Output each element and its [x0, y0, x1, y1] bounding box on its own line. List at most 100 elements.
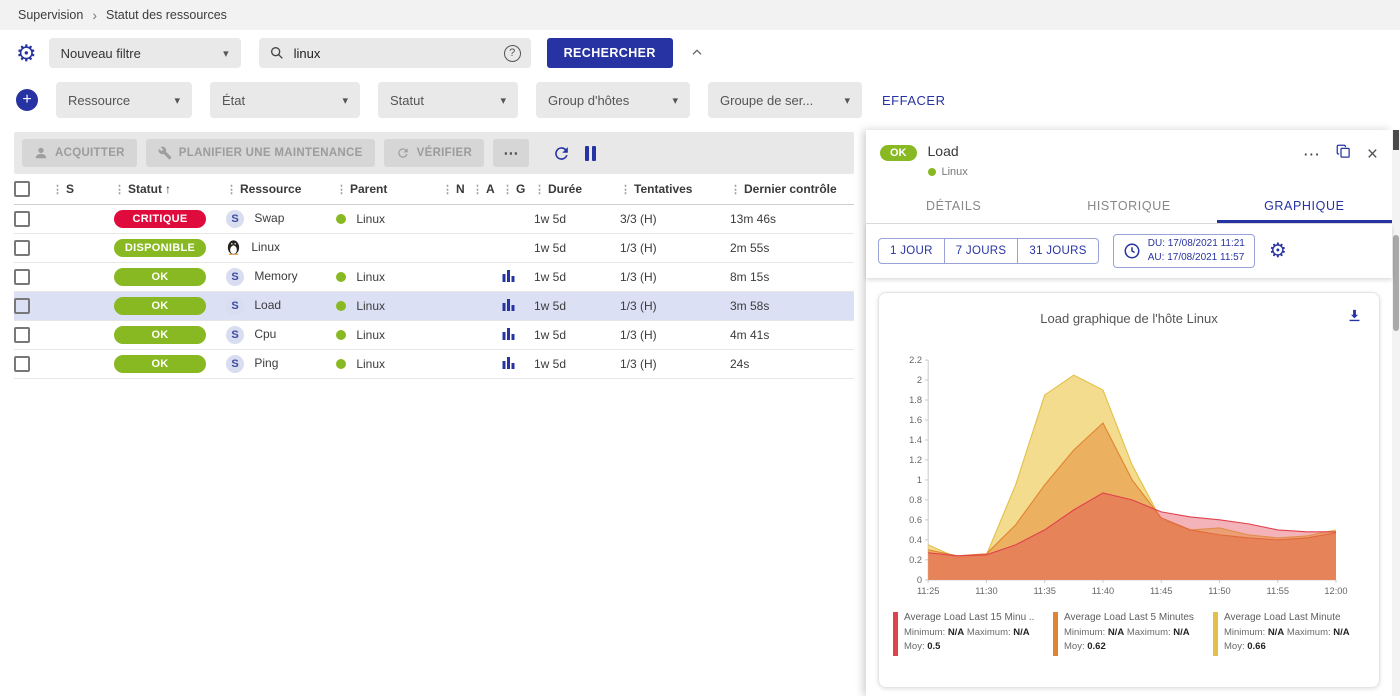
column-header-parent[interactable]: ⋮Parent	[336, 174, 442, 204]
filter-dropdown-1[interactable]: État ▾	[210, 82, 360, 118]
parent-name[interactable]: Linux	[356, 212, 385, 226]
legend-item[interactable]: Average Load Last 15 Minu .. Minimum: N/…	[893, 612, 1045, 656]
resource-name[interactable]: Memory	[254, 269, 297, 283]
detail-more-actions-button[interactable]: ⋯	[1303, 146, 1320, 163]
date-range-picker[interactable]: DU: 17/08/2021 11:21 AU: 17/08/2021 11:5…	[1113, 234, 1255, 268]
graph-icon[interactable]	[502, 327, 515, 343]
saved-filter-select[interactable]: Nouveau filtre ▾	[49, 38, 241, 68]
column-header-status[interactable]: ⋮Statut↑	[114, 174, 226, 204]
export-chart-button[interactable]	[1346, 307, 1363, 327]
legend-item[interactable]: Average Load Last 5 Minutes Minimum: N/A…	[1053, 612, 1205, 656]
resource-name[interactable]: Linux	[251, 240, 280, 254]
scrollbar-thumb[interactable]	[1393, 235, 1399, 331]
drag-handle-icon[interactable]: ⋮	[336, 184, 347, 196]
check-button[interactable]: VÉRIFIER	[384, 139, 484, 167]
detail-title: Load	[928, 143, 968, 159]
filter-settings-gear-icon[interactable]: ⚙	[16, 42, 37, 65]
drag-handle-icon[interactable]: ⋮	[114, 184, 125, 196]
parent-name[interactable]: Linux	[356, 357, 385, 371]
row-checkbox[interactable]	[14, 356, 30, 372]
sort-ascending-icon[interactable]: ↑	[165, 182, 171, 196]
search-input[interactable]	[294, 46, 495, 61]
filter-dropdown-0[interactable]: Ressource ▾	[56, 82, 192, 118]
legend-average: Moy: 0.66	[1224, 640, 1350, 654]
parent-name[interactable]: Linux	[356, 270, 385, 284]
breadcrumb-item-supervision[interactable]: Supervision	[18, 8, 83, 22]
copy-link-button[interactable]	[1336, 143, 1351, 165]
detail-host-name[interactable]: Linux	[942, 166, 968, 178]
tab-details[interactable]: DÉTAILS	[866, 188, 1041, 223]
table-row[interactable]: OK S Load Linux 1w 5d 1/3 (H) 3m 58s	[14, 291, 854, 320]
more-actions-button[interactable]: ⋯	[493, 139, 529, 167]
legend-item[interactable]: Average Load Last Minute Minimum: N/A Ma…	[1213, 612, 1365, 656]
graph-icon[interactable]	[502, 356, 515, 372]
refresh-button[interactable]	[552, 144, 571, 163]
tab-historique[interactable]: HISTORIQUE	[1041, 188, 1216, 223]
graph-settings-gear-icon[interactable]: ⚙	[1269, 241, 1287, 261]
column-header-tries[interactable]: ⋮Tentatives	[620, 174, 730, 204]
resource-name[interactable]: Cpu	[254, 327, 276, 341]
table-row[interactable]: OK S Cpu Linux 1w 5d 1/3 (H) 4m 41s	[14, 320, 854, 349]
range-1-day-button[interactable]: 1 JOUR	[878, 238, 945, 264]
detail-tabs: DÉTAILS HISTORIQUE GRAPHIQUE	[866, 188, 1392, 224]
download-icon	[1346, 307, 1363, 324]
row-checkbox[interactable]	[14, 269, 30, 285]
panel-scrollbar[interactable]	[1392, 130, 1400, 696]
clear-filters-button[interactable]: EFFACER	[882, 93, 945, 108]
column-header-last-check[interactable]: ⋮Dernier contrôle	[730, 174, 854, 204]
table-row[interactable]: DISPONIBLE S Linux 1w 5d 1/3 (H) 2m 55s	[14, 233, 854, 262]
filter-dropdown-4[interactable]: Groupe de ser... ▾	[708, 82, 862, 118]
drag-handle-icon[interactable]: ⋮	[52, 184, 63, 196]
row-checkbox[interactable]	[14, 211, 30, 227]
column-header-a[interactable]: ⋮A	[472, 174, 502, 204]
drag-handle-icon[interactable]: ⋮	[620, 184, 631, 196]
select-all-checkbox[interactable]	[14, 181, 30, 197]
drag-handle-icon[interactable]: ⋮	[442, 184, 453, 196]
drag-handle-icon[interactable]: ⋮	[226, 184, 237, 196]
drag-handle-icon[interactable]: ⋮	[730, 184, 741, 196]
legend-color-bar	[893, 612, 898, 656]
parent-name[interactable]: Linux	[356, 328, 385, 342]
chart-legend: Average Load Last 15 Minu .. Minimum: N/…	[887, 602, 1371, 656]
maintenance-button[interactable]: PLANIFIER UNE MAINTENANCE	[146, 139, 375, 167]
svg-text:11:45: 11:45	[1150, 586, 1172, 596]
column-header-resource[interactable]: ⋮Ressource	[226, 174, 336, 204]
drag-handle-icon[interactable]: ⋮	[472, 184, 483, 196]
filter-dropdown-3[interactable]: Group d'hôtes ▾	[536, 82, 690, 118]
resource-name[interactable]: Load	[254, 298, 281, 312]
parent-name[interactable]: Linux	[356, 299, 385, 313]
drag-handle-icon[interactable]: ⋮	[502, 184, 513, 196]
row-checkbox[interactable]	[14, 327, 30, 343]
row-checkbox[interactable]	[14, 240, 30, 256]
resource-name[interactable]: Swap	[254, 211, 284, 225]
pause-button[interactable]	[585, 146, 596, 161]
close-panel-button[interactable]: ×	[1367, 145, 1378, 164]
column-header-n[interactable]: ⋮N	[442, 174, 472, 204]
add-filter-button[interactable]: +	[16, 89, 38, 111]
breadcrumb-item-current: Statut des ressources	[106, 8, 227, 22]
load-chart-card: Load graphique de l'hôte Linux 00.20.40.…	[878, 292, 1380, 688]
column-header-g[interactable]: ⋮G	[502, 174, 534, 204]
table-row[interactable]: OK S Ping Linux 1w 5d 1/3 (H) 24s	[14, 349, 854, 378]
resource-name[interactable]: Ping	[254, 356, 278, 370]
table-row[interactable]: OK S Memory Linux 1w 5d 1/3 (H) 8m 15s	[14, 262, 854, 291]
search-help-icon[interactable]: ?	[504, 45, 521, 62]
range-7-days-button[interactable]: 7 JOURS	[945, 238, 1019, 264]
graph-icon[interactable]	[502, 298, 515, 314]
column-header-severity[interactable]: ⋮S	[52, 174, 114, 204]
last-check-cell: 4m 41s	[730, 320, 854, 349]
range-31-days-button[interactable]: 31 JOURS	[1018, 238, 1098, 264]
graph-icon[interactable]	[502, 269, 515, 285]
acknowledge-button[interactable]: ACQUITTER	[22, 139, 137, 167]
filter-dropdown-2[interactable]: Statut ▾	[378, 82, 518, 118]
drag-handle-icon[interactable]: ⋮	[534, 184, 545, 196]
status-badge: OK	[114, 297, 206, 315]
tab-graphique[interactable]: GRAPHIQUE	[1217, 188, 1392, 223]
search-button[interactable]: RECHERCHER	[547, 38, 673, 68]
status-badge: CRITIQUE	[114, 210, 206, 228]
table-row[interactable]: CRITIQUE S Swap Linux 1w 5d 3/3 (H) 13m …	[14, 204, 854, 233]
column-header-duration[interactable]: ⋮Durée	[534, 174, 620, 204]
collapse-filters-button[interactable]	[689, 45, 705, 61]
row-checkbox[interactable]	[14, 298, 30, 314]
clock-icon	[1123, 242, 1141, 260]
